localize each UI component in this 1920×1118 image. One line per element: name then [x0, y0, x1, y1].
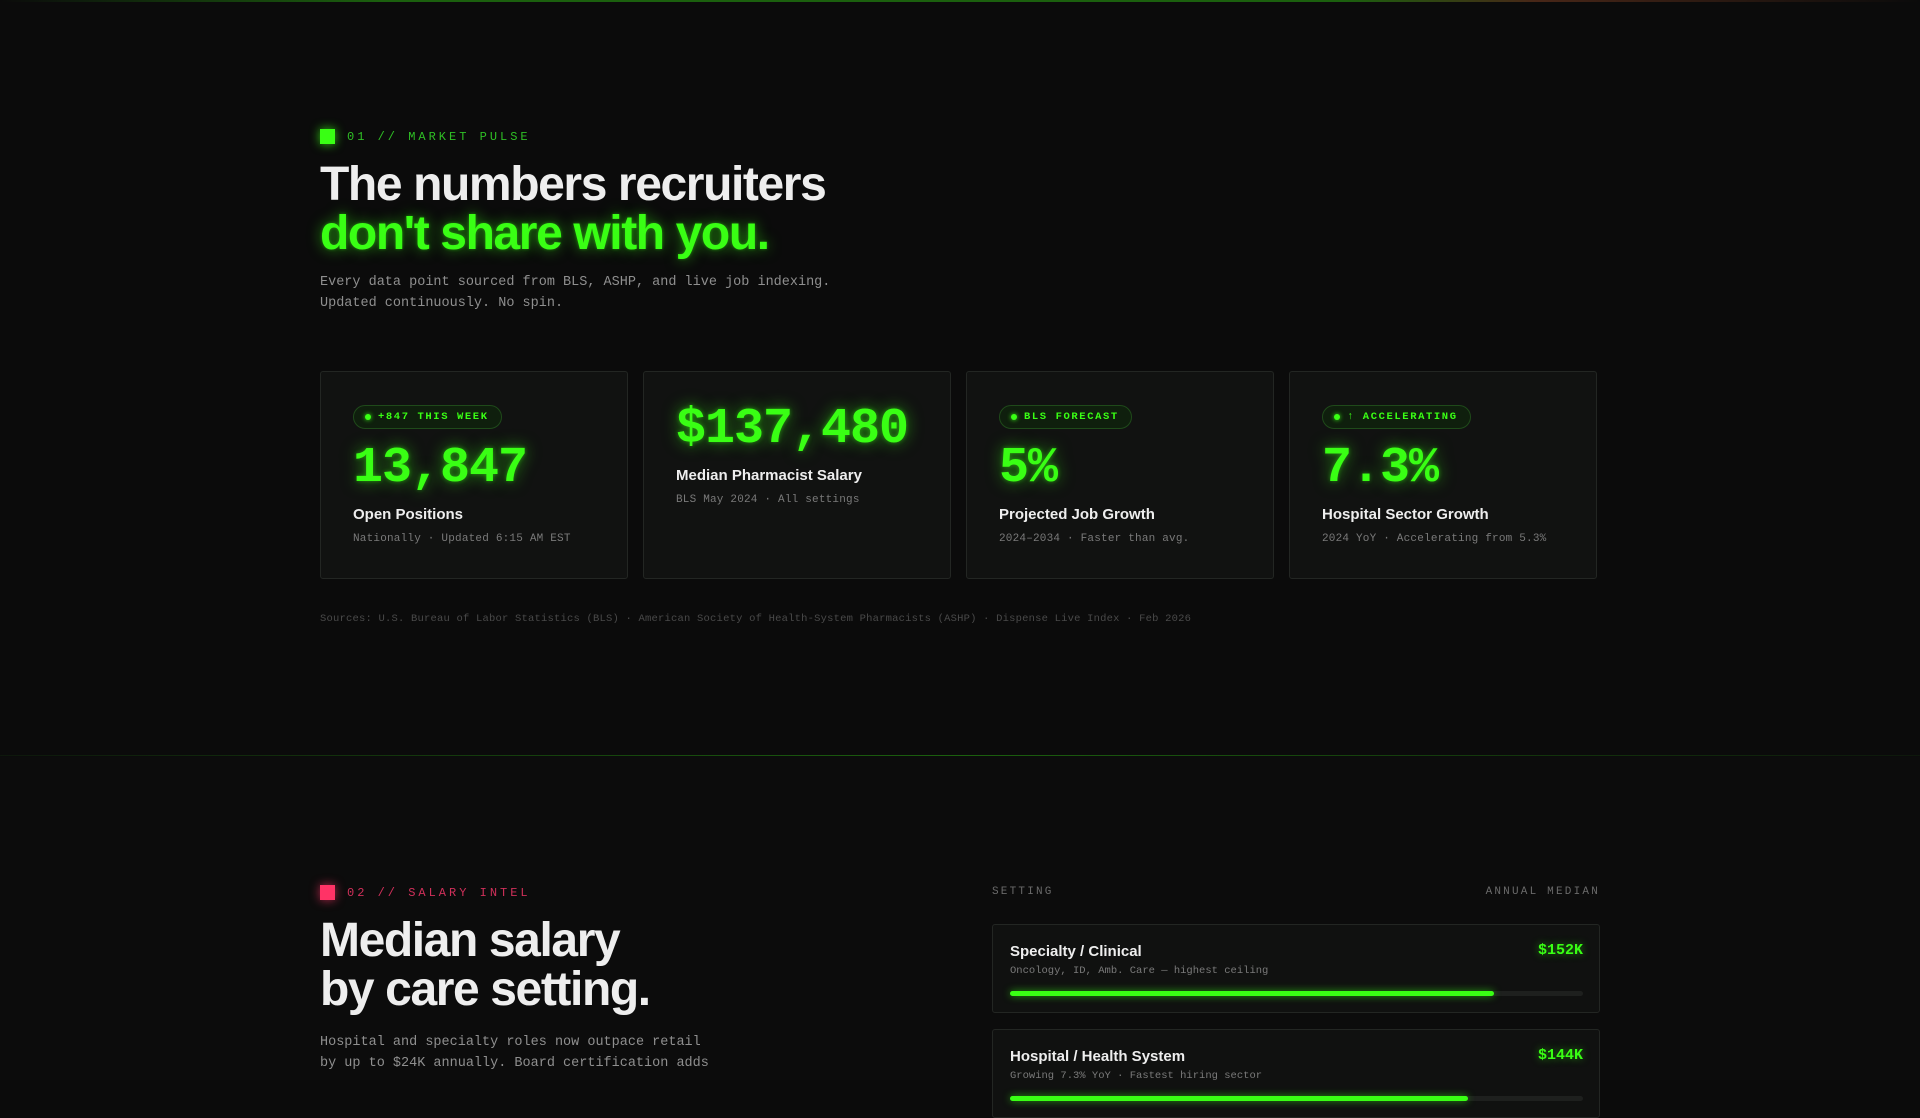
salary-bar-track — [1010, 1096, 1583, 1101]
stat-value: 13,847 — [353, 440, 528, 497]
salary-row-note: Growing 7.3% YoY · Fastest hiring sector — [1010, 1070, 1263, 1082]
status-badge: +847 THIS WEEK — [353, 405, 502, 429]
market-pulse-eyebrow: 01 // MARKET PULSE — [320, 129, 531, 144]
heading-line-1: The numbers recruiters — [320, 158, 827, 211]
stat-card-open-positions: +847 THIS WEEK 13,847 Open Positions Nat… — [320, 371, 628, 579]
heading-line-2-accent: don't share with you. — [320, 207, 770, 260]
subtitle-line-1: Every data point sourced from BLS, ASHP,… — [320, 275, 831, 290]
badge-text: ↑ ACCELERATING — [1347, 411, 1458, 423]
stat-label: Hospital Sector Growth — [1322, 506, 1489, 523]
heading-line-2: by care setting. — [320, 963, 651, 1016]
stat-note: Nationally · Updated 6:15 AM EST — [353, 533, 571, 545]
salary-row-title: Specialty / Clinical — [1010, 943, 1142, 960]
live-dot-icon — [1011, 414, 1017, 420]
salary-row-note: Oncology, ID, Amb. Care — highest ceilin… — [1010, 965, 1269, 977]
salary-row-value: $152K — [1537, 942, 1583, 959]
subtitle-line-1: Hospital and specialty roles now outpace… — [320, 1035, 701, 1050]
salary-bar-fill — [1010, 991, 1495, 996]
stat-card-job-growth: BLS FORECAST 5% Projected Job Growth 202… — [966, 371, 1274, 579]
salary-intel-eyebrow: 02 // SALARY INTEL — [320, 885, 531, 900]
salary-row-title: Hospital / Health System — [1010, 1048, 1186, 1065]
stat-note: 2024 YoY · Accelerating from 5.3% — [1322, 533, 1547, 545]
salary-bar-track — [1010, 991, 1583, 996]
heading-line-1: Median salary — [320, 914, 621, 967]
stat-note: BLS May 2024 · All settings — [676, 494, 860, 506]
live-dot-icon — [365, 414, 371, 420]
section-divider — [0, 755, 1920, 756]
status-badge: BLS FORECAST — [999, 405, 1132, 429]
salary-row-value: $144K — [1537, 1047, 1583, 1064]
market-pulse-section: 01 // MARKET PULSE The numbers recruiter… — [0, 0, 1920, 756]
stat-value: $137,480 — [676, 401, 909, 458]
salary-intel-eyebrow-text: 02 // SALARY INTEL — [347, 885, 531, 900]
salary-intel-subtitle: Hospital and specialty roles now outpace… — [320, 1032, 709, 1074]
salary-bar-fill — [1010, 1096, 1469, 1101]
status-badge: ↑ ACCELERATING — [1322, 405, 1471, 429]
sources-footnote: Sources: U.S. Bureau of Labor Statistics… — [320, 613, 1192, 625]
salary-row-specialty[interactable]: Specialty / Clinical $152K Oncology, ID,… — [992, 924, 1600, 1013]
salary-intel-heading: Median salary by care setting. — [320, 914, 651, 1016]
badge-text: +847 THIS WEEK — [378, 411, 489, 423]
stat-label: Projected Job Growth — [999, 506, 1155, 523]
column-header-setting: SETTING — [992, 886, 1054, 898]
stat-value: 7.3% — [1322, 440, 1439, 497]
stat-label: Open Positions — [353, 506, 464, 523]
stat-cards: +847 THIS WEEK 13,847 Open Positions Nat… — [320, 371, 1597, 579]
salary-intel-section — [0, 757, 1920, 1080]
market-pulse-heading: The numbers recruiters don't share with … — [320, 158, 827, 260]
stat-label: Median Pharmacist Salary — [676, 467, 862, 484]
stat-value: 5% — [999, 440, 1058, 497]
stat-card-median-salary: $137,480 Median Pharmacist Salary BLS Ma… — [643, 371, 951, 579]
subtitle-line-2: by up to $24K annually. Board certificat… — [320, 1056, 709, 1071]
market-pulse-eyebrow-text: 01 // MARKET PULSE — [347, 129, 531, 144]
subtitle-line-2: Updated continuously. No spin. — [320, 296, 564, 311]
square-marker-icon — [320, 885, 335, 900]
salary-row-hospital[interactable]: Hospital / Health System $144K Growing 7… — [992, 1029, 1600, 1118]
market-pulse-subtitle: Every data point sourced from BLS, ASHP,… — [320, 272, 830, 314]
column-header-annual-median: ANNUAL MEDIAN — [1485, 886, 1600, 898]
square-marker-icon — [320, 129, 335, 144]
stat-card-hospital-growth: ↑ ACCELERATING 7.3% Hospital Sector Grow… — [1289, 371, 1597, 579]
badge-text: BLS FORECAST — [1024, 411, 1119, 423]
live-dot-icon — [1334, 414, 1340, 420]
stat-note: 2024–2034 · Faster than avg. — [999, 533, 1190, 545]
